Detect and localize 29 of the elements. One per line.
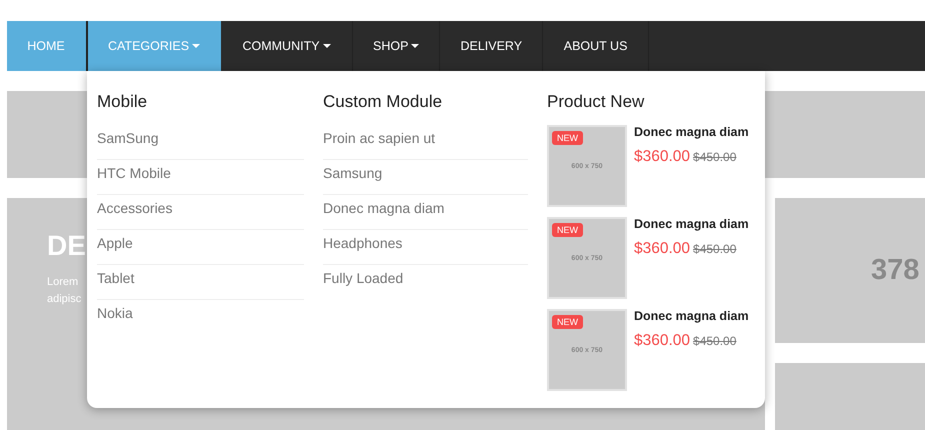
old-price: $450.00 (693, 150, 736, 164)
menu-link[interactable]: Accessories (97, 195, 304, 230)
menu-link[interactable]: Headphones (323, 230, 528, 265)
product-name[interactable]: Donec magna diam (634, 309, 749, 323)
menu-link[interactable]: Samsung (323, 160, 528, 195)
product-price: $360.00 (634, 240, 690, 257)
old-price: $450.00 (693, 242, 736, 256)
menu-link[interactable]: Nokia (97, 300, 304, 335)
new-badge: NEW (552, 223, 583, 237)
column-heading: Product New (547, 93, 646, 111)
placeholder-size: 378 (871, 254, 920, 287)
new-badge: NEW (552, 315, 583, 329)
column-heading: Mobile (97, 93, 148, 111)
menu-link[interactable]: HTC Mobile (97, 160, 304, 195)
product-price: $360.00 (634, 332, 690, 349)
product-name[interactable]: Donec magna diam (634, 217, 749, 231)
new-badge: NEW (552, 131, 583, 145)
product-price: $360.00 (634, 148, 690, 165)
menu-link[interactable]: Proin ac sapien ut (323, 125, 528, 160)
menu-link[interactable]: Donec magna diam (323, 195, 528, 230)
menu-link[interactable]: Apple (97, 230, 304, 265)
nav-tab[interactable]: CATEGORIES (86, 21, 222, 71)
nav-tab[interactable]: HOME (7, 21, 86, 71)
menu-link[interactable]: SamSung (97, 125, 304, 160)
column-heading: Custom Module (323, 93, 444, 111)
menu-link[interactable]: Fully Loaded (323, 265, 528, 300)
old-price: $450.00 (693, 334, 736, 348)
menu-link[interactable]: Tablet (97, 265, 304, 300)
product-name[interactable]: Donec magna diam (634, 125, 749, 139)
